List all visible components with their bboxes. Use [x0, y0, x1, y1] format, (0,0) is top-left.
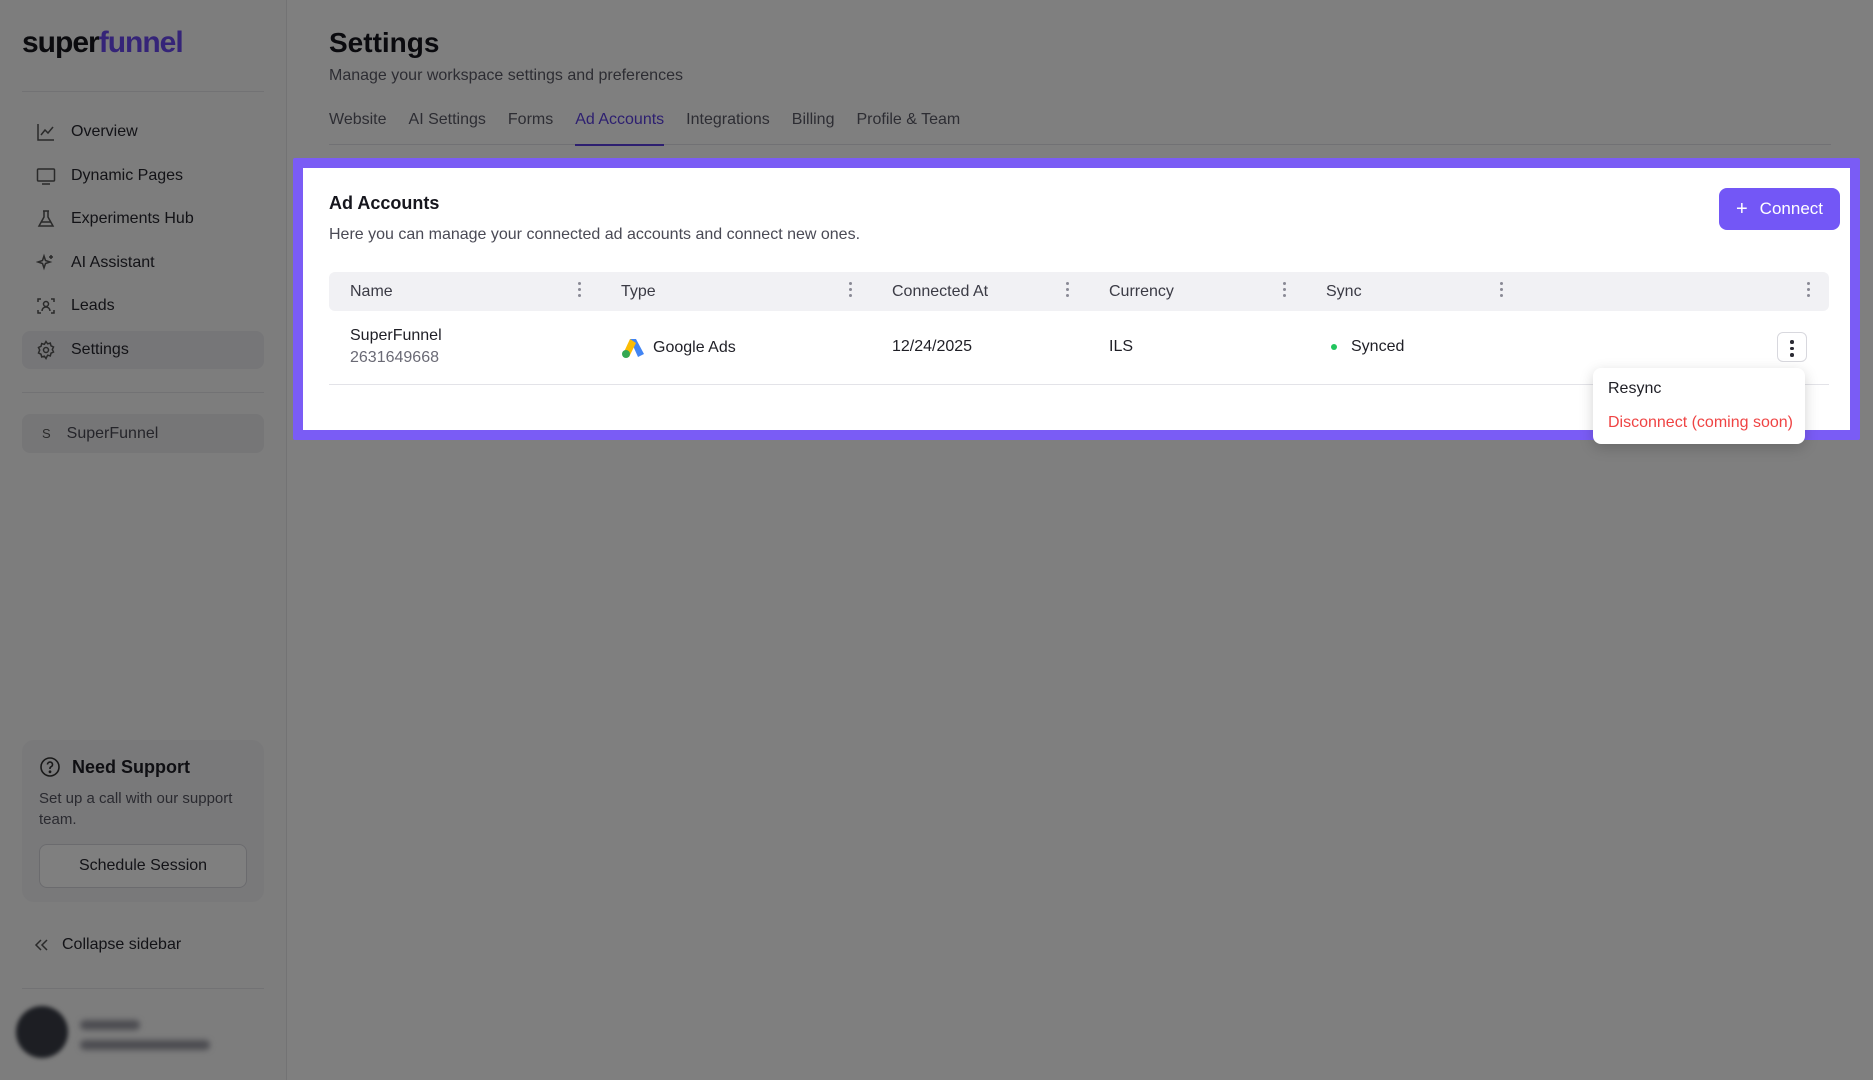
plus-icon: + [1735, 198, 1748, 220]
disconnect-menu-item[interactable]: Disconnect (coming soon) [1608, 414, 1793, 432]
table-header: Name Type Connected At Currency Sync [329, 272, 1829, 311]
column-header-sync[interactable]: Sync [1326, 283, 1362, 301]
column-menu-icon[interactable] [576, 282, 582, 300]
account-type-label: Google Ads [653, 339, 736, 356]
connect-button-label: Connect [1759, 199, 1823, 218]
resync-menu-item[interactable]: Resync [1608, 380, 1661, 398]
card-title: Ad Accounts [329, 193, 440, 213]
column-header-currency[interactable]: Currency [1109, 283, 1174, 301]
column-header-type[interactable]: Type [621, 283, 656, 301]
card-description: Here you can manage your connected ad ac… [329, 226, 861, 243]
column-menu-icon[interactable] [847, 282, 853, 300]
connected-at: 12/24/2025 [892, 338, 973, 355]
sync-status-label: Synced [1351, 338, 1405, 355]
column-menu-icon[interactable] [1281, 282, 1287, 300]
google-ads-icon [622, 339, 644, 358]
account-name: SuperFunnel [350, 327, 442, 344]
row-actions-button[interactable] [1777, 332, 1807, 362]
row-actions-menu: Resync Disconnect (coming soon) [1593, 368, 1805, 444]
sync-status: Synced [1331, 338, 1404, 356]
column-menu-icon[interactable] [1498, 282, 1504, 300]
column-header-connected-at[interactable]: Connected At [892, 283, 988, 301]
account-id: 2631649668 [350, 349, 439, 366]
column-menu-icon[interactable] [1805, 282, 1811, 300]
currency: ILS [1109, 338, 1134, 355]
connect-button[interactable]: + Connect [1719, 188, 1840, 230]
sync-status-dot [1331, 343, 1337, 350]
account-type: Google Ads [621, 337, 736, 359]
column-menu-icon[interactable] [1064, 282, 1070, 300]
column-header-name[interactable]: Name [350, 283, 393, 301]
